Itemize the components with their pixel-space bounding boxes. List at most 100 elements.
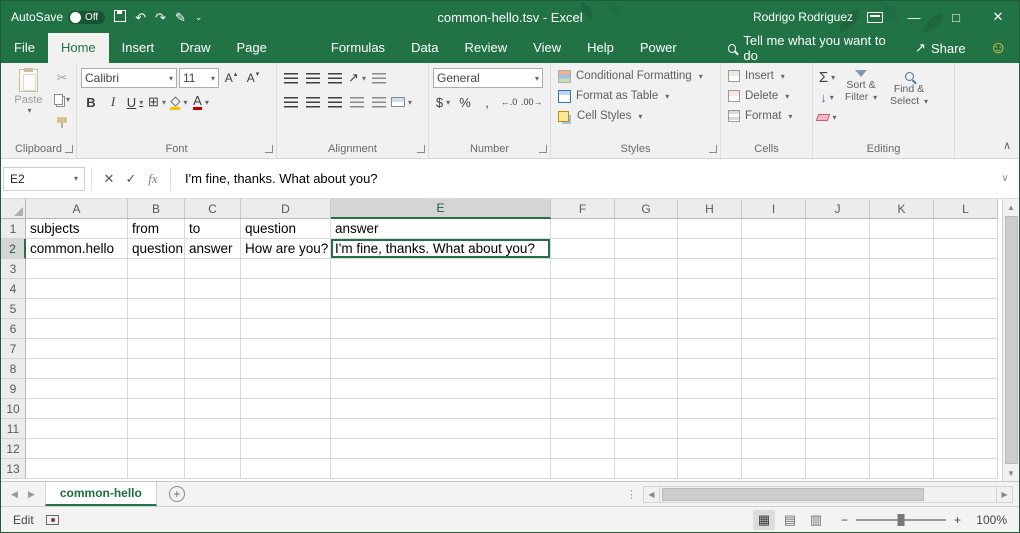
cell-E2[interactable]: I'm fine, thanks. What about you? — [331, 239, 551, 259]
cell-L9[interactable] — [934, 379, 998, 399]
undo-button[interactable]: ↶ — [135, 11, 146, 24]
cell-J6[interactable] — [806, 319, 870, 339]
cell-A2[interactable]: common.hello — [26, 239, 128, 259]
underline-button[interactable]: U▾ — [125, 92, 145, 112]
cell-I9[interactable] — [742, 379, 806, 399]
cell-B5[interactable] — [128, 299, 185, 319]
scroll-up-button[interactable]: ▲ — [1007, 199, 1015, 215]
cell-B9[interactable] — [128, 379, 185, 399]
cancel-button[interactable]: ✕ — [98, 171, 120, 187]
cell-H10[interactable] — [678, 399, 742, 419]
orientation-button[interactable]: ↗▾ — [347, 68, 367, 88]
cell-J1[interactable] — [806, 219, 870, 239]
row-header-4[interactable]: 4 — [1, 279, 26, 299]
cell-L7[interactable] — [934, 339, 998, 359]
row-header-3[interactable]: 3 — [1, 259, 26, 279]
macro-record-icon[interactable] — [46, 515, 59, 525]
cell-H1[interactable] — [678, 219, 742, 239]
ribbon-tab-view[interactable]: View — [520, 33, 574, 63]
row-header-6[interactable]: 6 — [1, 319, 26, 339]
user-name[interactable]: Rodrigo Rodriguez — [753, 10, 853, 24]
cell-F2[interactable] — [551, 239, 615, 259]
cell-E4[interactable] — [331, 279, 551, 299]
cell-J7[interactable] — [806, 339, 870, 359]
horizontal-scrollbar[interactable]: ◀ ▶ — [643, 482, 1013, 506]
vertical-scrollbar-thumb[interactable] — [1005, 216, 1018, 464]
cell-K3[interactable] — [870, 259, 934, 279]
format-cells-button[interactable]: Format ▾ — [725, 106, 808, 126]
collapse-ribbon-button[interactable]: ∧ — [1003, 139, 1011, 152]
enter-button[interactable]: ✓ — [120, 171, 142, 187]
share-button[interactable]: ↗ Share — [903, 33, 978, 63]
sort-filter-button[interactable]: Sort & Filter ▾ — [837, 66, 885, 127]
cell-I5[interactable] — [742, 299, 806, 319]
ribbon-tab-power-pivot[interactable]: Power Pivot — [627, 33, 718, 63]
cell-A6[interactable] — [26, 319, 128, 339]
cell-G2[interactable] — [615, 239, 678, 259]
cell-B11[interactable] — [128, 419, 185, 439]
cell-A11[interactable] — [26, 419, 128, 439]
format-as-table-button[interactable]: Format as Table ▾ — [555, 86, 716, 106]
cell-F7[interactable] — [551, 339, 615, 359]
row-header-10[interactable]: 10 — [1, 399, 26, 419]
cell-A3[interactable] — [26, 259, 128, 279]
cell-L8[interactable] — [934, 359, 998, 379]
bottom-align-button[interactable] — [325, 68, 345, 88]
cell-J10[interactable] — [806, 399, 870, 419]
cell-C13[interactable] — [185, 459, 241, 479]
column-header-J[interactable]: J — [806, 199, 870, 219]
zoom-level[interactable]: 100% — [969, 513, 1007, 527]
cell-K7[interactable] — [870, 339, 934, 359]
cell-C1[interactable]: to — [185, 219, 241, 239]
cell-I4[interactable] — [742, 279, 806, 299]
zoom-slider-thumb[interactable] — [897, 514, 904, 526]
cell-D9[interactable] — [241, 379, 331, 399]
cell-F9[interactable] — [551, 379, 615, 399]
cell-G1[interactable] — [615, 219, 678, 239]
cell-C3[interactable] — [185, 259, 241, 279]
column-header-A[interactable]: A — [26, 199, 128, 219]
borders-button[interactable]: ⊞▾ — [147, 92, 167, 112]
cell-K2[interactable] — [870, 239, 934, 259]
dialog-launcher-icon[interactable] — [65, 145, 73, 153]
cell-B7[interactable] — [128, 339, 185, 359]
find-select-button[interactable]: Find & Select ▾ — [885, 66, 933, 127]
row-header-9[interactable]: 9 — [1, 379, 26, 399]
cell-D3[interactable] — [241, 259, 331, 279]
cell-styles-button[interactable]: Cell Styles ▾ — [555, 106, 716, 126]
cell-G13[interactable] — [615, 459, 678, 479]
cell-D1[interactable]: question — [241, 219, 331, 239]
cell-D10[interactable] — [241, 399, 331, 419]
cell-D12[interactable] — [241, 439, 331, 459]
cell-I1[interactable] — [742, 219, 806, 239]
cell-B13[interactable] — [128, 459, 185, 479]
cell-L1[interactable] — [934, 219, 998, 239]
cell-A5[interactable] — [26, 299, 128, 319]
cell-B12[interactable] — [128, 439, 185, 459]
cell-K5[interactable] — [870, 299, 934, 319]
cell-A1[interactable]: subjects — [26, 219, 128, 239]
select-all-corner[interactable] — [1, 199, 26, 219]
cell-E9[interactable] — [331, 379, 551, 399]
cell-G6[interactable] — [615, 319, 678, 339]
decrease-font-size-button[interactable]: A▾ — [243, 68, 263, 88]
cell-C12[interactable] — [185, 439, 241, 459]
delete-cells-button[interactable]: Delete ▾ — [725, 86, 808, 106]
row-header-1[interactable]: 1 — [1, 219, 26, 239]
cell-F1[interactable] — [551, 219, 615, 239]
cell-G11[interactable] — [615, 419, 678, 439]
cell-A4[interactable] — [26, 279, 128, 299]
cell-F3[interactable] — [551, 259, 615, 279]
cell-E7[interactable] — [331, 339, 551, 359]
dialog-launcher-icon[interactable] — [417, 145, 425, 153]
cell-D13[interactable] — [241, 459, 331, 479]
ribbon-tab-page-layout[interactable]: Page Layout — [224, 33, 318, 63]
cell-B2[interactable]: question — [128, 239, 185, 259]
cell-I12[interactable] — [742, 439, 806, 459]
page-layout-view-button[interactable]: ▤ — [779, 510, 801, 530]
cell-K13[interactable] — [870, 459, 934, 479]
cell-D6[interactable] — [241, 319, 331, 339]
cell-F6[interactable] — [551, 319, 615, 339]
cell-K8[interactable] — [870, 359, 934, 379]
cell-H4[interactable] — [678, 279, 742, 299]
